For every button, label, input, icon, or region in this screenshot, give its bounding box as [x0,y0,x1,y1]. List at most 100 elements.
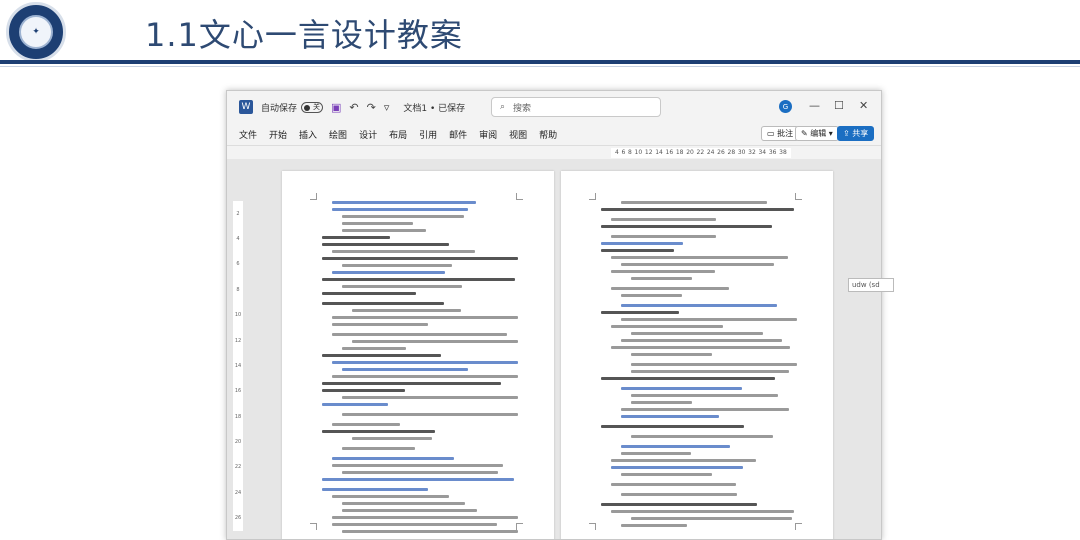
text-line [332,250,475,253]
minimize-icon[interactable]: — [809,99,820,112]
text-line [332,208,468,211]
text-line [332,523,498,526]
page-corner-mark [795,523,802,530]
text-line [342,471,498,474]
word-app-icon: W [239,100,253,114]
ruler-tick: 22 [696,149,705,156]
ruler-tick: 34 [758,149,767,156]
text-line [322,257,518,260]
text-line [342,285,463,288]
text-line [621,524,687,527]
tab-design[interactable]: 设计 [359,128,377,141]
undo-icon[interactable]: ↶ [349,101,358,114]
page-corner-mark [310,523,317,530]
tab-insert[interactable]: 插入 [299,128,317,141]
customize-qat-icon[interactable]: ▿ [384,101,390,114]
editing-button[interactable]: ✎ 编辑 ▾ [795,126,839,141]
tab-layout[interactable]: 布局 [389,128,407,141]
text-line [611,346,791,349]
ruler-tick: 18 [234,413,242,420]
autosave-toggle[interactable]: 关 [301,101,324,113]
text-line [342,502,466,505]
text-line [601,249,675,252]
ruler-tick: 4 [236,236,240,243]
save-icon[interactable]: ▣ [331,101,341,114]
text-line [322,278,515,281]
text-line [631,277,693,280]
text-line [631,332,764,335]
text-line [611,459,756,462]
text-line [322,382,501,385]
title-rule-thin [0,66,1080,67]
ruler-tick: 10 [634,149,643,156]
search-icon: ⌕ [500,102,506,112]
text-line [342,396,518,399]
text-line [621,452,691,455]
text-line [621,493,737,496]
tab-help[interactable]: 帮助 [539,128,557,141]
share-button[interactable]: ⇪ 共享 [837,126,875,141]
ruler-tick: 12 [234,337,242,344]
maximize-icon[interactable]: ☐ [834,99,844,112]
text-line [342,347,406,350]
university-logo: ✦ [6,2,66,62]
tab-mailings[interactable]: 邮件 [449,128,467,141]
tab-references[interactable]: 引用 [419,128,437,141]
text-line [342,368,469,371]
text-line [332,323,428,326]
close-icon[interactable]: ✕ [859,99,868,112]
text-line [611,287,730,290]
slide-title: 1.1文心一言设计教案 [145,16,463,54]
text-line [631,363,797,366]
text-line [332,375,518,378]
comments-button[interactable]: ▭ 批注 [761,126,800,141]
tab-draw[interactable]: 绘图 [329,128,347,141]
ruler-tick: 6 [236,261,240,268]
slide-header: ✦ 1.1文心一言设计教案 [0,0,1080,66]
search-placeholder: 搜索 [513,103,532,114]
tab-file[interactable]: 文件 [239,128,257,141]
text-line [611,270,715,273]
document-canvas[interactable]: 2 4 6 8 10 12 14 16 18 20 22 24 26 [227,159,881,539]
page-corner-mark [589,193,596,200]
ruler-tick: 18 [675,149,684,156]
ruler-tick: 36 [768,149,777,156]
search-box[interactable]: ⌕ 搜索 [491,97,661,117]
text-line [332,423,400,426]
tab-review[interactable]: 审阅 [479,128,497,141]
tab-home[interactable]: 开始 [269,128,287,141]
text-line [621,201,768,204]
redo-icon[interactable]: ↷ [367,101,376,114]
chevron-down-icon: ▾ [826,129,833,138]
editing-label: 编辑 [810,129,827,138]
page-corner-mark [795,193,802,200]
ruler-tick: 30 [737,149,746,156]
ruler-tick: 38 [779,149,787,156]
text-line [601,242,683,245]
document-page-1[interactable] [282,171,554,539]
text-line [332,201,477,204]
page-corner-mark [310,193,317,200]
text-line [342,215,464,218]
avatar[interactable]: G [779,100,792,113]
ruler-tick: 12 [644,149,653,156]
text-line [332,464,503,467]
ruler-tick: 26 [234,515,242,522]
tooltip: udw (sd [848,278,894,292]
ruler-tick: 14 [655,149,663,156]
text-line [621,408,789,411]
ruler-tick: 14 [234,362,242,369]
document-title[interactable]: 文档1 • 已保存 [403,101,465,114]
ruler-tick: 20 [234,439,242,446]
ruler-tick: 8 [628,149,632,156]
text-line [621,294,683,297]
autosave-label: 自动保存 [261,103,298,114]
tab-view[interactable]: 视图 [509,128,527,141]
text-line [352,309,461,312]
vertical-ruler[interactable]: 2 4 6 8 10 12 14 16 18 20 22 24 26 [233,201,243,531]
ruler-tick: 26 [717,149,725,156]
document-page-2[interactable] [561,171,833,539]
horizontal-ruler[interactable]: 4 6 8 10 12 14 16 18 20 22 24 26 28 30 32 34 36 38 [611,148,791,158]
text-line [601,503,758,506]
ruler-tick: 4 [615,149,619,156]
